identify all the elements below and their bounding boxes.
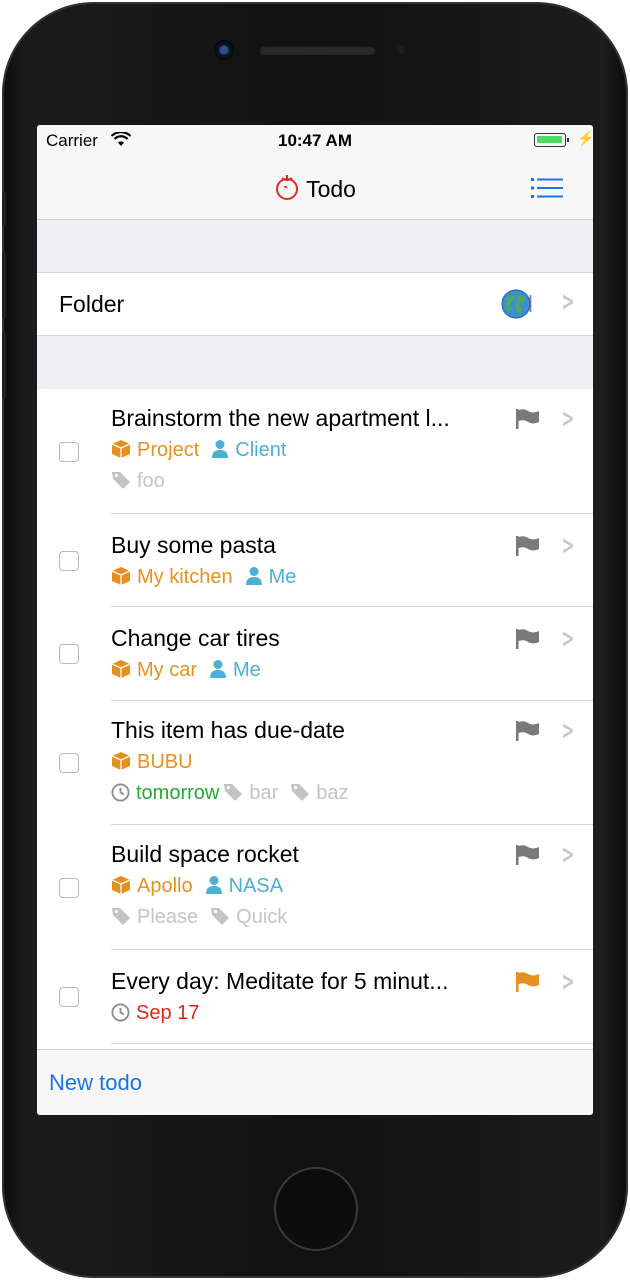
earpiece-speaker — [259, 45, 376, 55]
todo-title: Buy some pasta — [111, 532, 276, 558]
todo-checkbox[interactable] — [59, 987, 79, 1007]
project-label: My kitchen — [111, 566, 233, 588]
project-label: BUBU — [111, 751, 193, 773]
flag-icon[interactable] — [515, 628, 541, 650]
box-icon — [111, 876, 131, 894]
todo-title: This item has due-date — [111, 717, 345, 743]
due-date-label: Sep 17 — [111, 1002, 199, 1024]
todo-meta: My kitchen Me — [111, 566, 308, 589]
app-screen: Carrier 10:47 AM ⚡ Todo Folder All — [37, 125, 593, 1115]
todo-checkbox[interactable] — [59, 877, 79, 898]
todo-meta: BUBU — [111, 751, 205, 774]
tomato-icon — [276, 175, 299, 200]
todo-meta: My car Me — [111, 659, 273, 682]
clock-icon — [111, 783, 130, 802]
tag-label: bar — [223, 782, 278, 804]
chevron-right-icon: > — [561, 404, 575, 434]
todo-meta: Sep 17 — [111, 1002, 203, 1025]
todo-checkbox[interactable] — [59, 441, 79, 462]
todo-title: Build space rocket — [111, 841, 299, 867]
todo-title: Brainstorm the new apartment l... — [111, 405, 450, 431]
box-icon — [111, 752, 131, 770]
row-separator — [111, 1043, 593, 1044]
tag-label: Please — [111, 906, 198, 928]
globe-icon — [501, 289, 531, 319]
new-todo-button[interactable]: New todo — [49, 1070, 142, 1096]
flag-icon[interactable] — [515, 844, 541, 866]
folder-label: Folder — [59, 291, 125, 317]
chevron-right-icon: > — [561, 531, 575, 561]
tag-label: baz — [290, 782, 349, 804]
todo-row[interactable]: This item has due-date > BUBU tomorrow bar ba… — [37, 701, 593, 825]
todo-meta: foo — [111, 470, 177, 493]
tag-icon — [291, 784, 310, 801]
bottom-toolbar: New todo — [37, 1049, 593, 1115]
chevron-right-icon: > — [561, 624, 575, 654]
charging-icon: ⚡ — [577, 130, 593, 146]
person-icon — [212, 440, 229, 458]
chevron-right-icon: > — [561, 840, 575, 870]
volume-up-button — [2, 252, 6, 318]
clock-icon — [111, 1003, 130, 1022]
nav-title-text: Todo — [306, 176, 356, 202]
box-icon — [111, 440, 131, 458]
todo-row[interactable]: Brainstorm the new apartment l... > Projec… — [37, 389, 593, 514]
flag-icon[interactable] — [515, 720, 541, 742]
todo-checkbox[interactable] — [59, 550, 79, 571]
tag-label: foo — [111, 470, 165, 492]
todo-meta: Apollo NASA — [111, 875, 295, 898]
flag-icon[interactable] — [515, 408, 541, 430]
todo-meta: Please Quick — [111, 906, 299, 929]
todo-checkbox[interactable] — [59, 753, 79, 773]
front-camera — [214, 40, 234, 60]
folder-row[interactable]: Folder All > — [37, 272, 593, 336]
person-icon — [205, 876, 222, 894]
mute-switch — [2, 192, 6, 226]
todo-title: Change car tires — [111, 625, 280, 651]
home-button[interactable] — [274, 1167, 358, 1251]
proximity-sensor — [397, 46, 405, 54]
box-icon — [111, 660, 131, 678]
status-bar: Carrier 10:47 AM ⚡ — [37, 125, 593, 157]
todo-meta: tomorrow bar baz — [111, 782, 361, 805]
tag-icon — [211, 908, 230, 925]
tag-icon — [224, 784, 243, 801]
due-date-label: tomorrow — [111, 782, 219, 804]
tag-icon — [112, 472, 130, 489]
todo-checkbox[interactable] — [59, 644, 79, 664]
todo-row[interactable]: Build space rocket > Apollo NASA Please Quick — [37, 825, 593, 950]
todo-title: Every day: Meditate for 5 minut... — [111, 968, 449, 994]
person-label: NASA — [205, 875, 283, 897]
person-label: Client — [211, 439, 286, 461]
todo-row[interactable]: Every day: Meditate for 5 minut... > Sep 1… — [37, 950, 593, 1044]
battery-icon — [534, 133, 569, 147]
chevron-right-icon: > — [561, 967, 575, 997]
section-gap — [37, 336, 593, 389]
person-icon — [210, 660, 226, 678]
status-time: 10:47 AM — [277, 131, 352, 150]
list-menu-icon[interactable] — [531, 177, 563, 199]
person-label: Me — [209, 659, 261, 681]
nav-title: Todo — [37, 173, 593, 203]
project-label: Project — [111, 439, 199, 461]
flag-icon[interactable] — [515, 971, 541, 993]
tag-icon — [112, 908, 130, 925]
box-icon — [111, 567, 131, 585]
chevron-right-icon: > — [561, 287, 575, 317]
section-gap — [37, 220, 593, 272]
flag-icon[interactable] — [515, 535, 541, 557]
navigation-bar: Todo — [37, 157, 593, 220]
volume-down-button — [2, 332, 6, 398]
todo-meta: Project Client — [111, 439, 298, 462]
person-label: Me — [245, 566, 296, 588]
todo-row[interactable]: Change car tires > My car Me — [37, 607, 593, 701]
person-icon — [245, 567, 262, 585]
chevron-right-icon: > — [561, 716, 575, 746]
todo-row[interactable]: Buy some pasta > My kitchen Me — [37, 514, 593, 607]
project-label: Apollo — [111, 875, 193, 897]
project-label: My car — [111, 659, 197, 681]
tag-label: Quick — [210, 906, 287, 928]
